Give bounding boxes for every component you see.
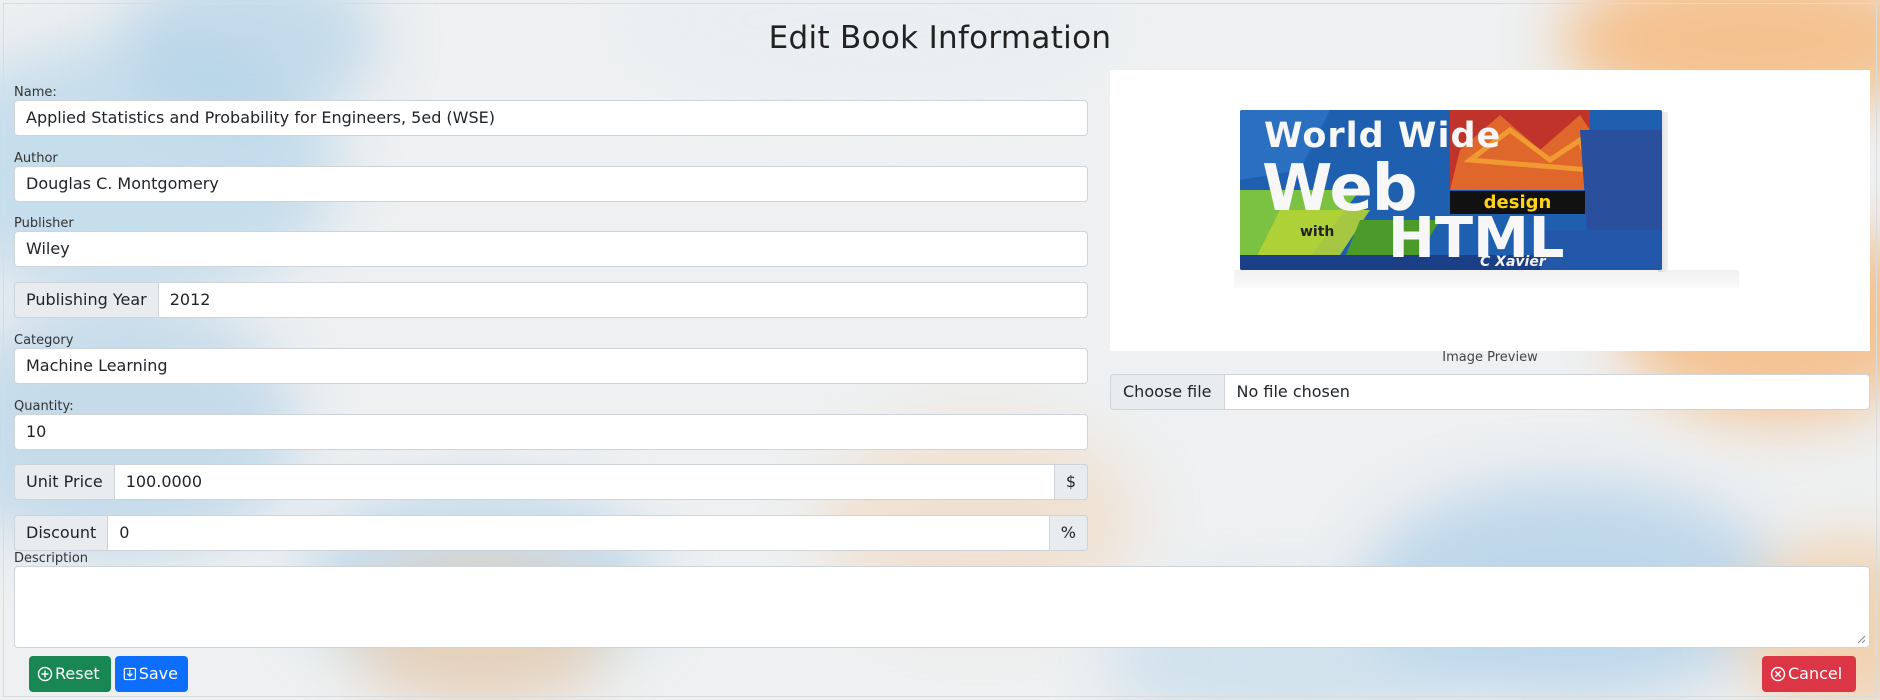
quantity-input[interactable]: 10: [14, 414, 1088, 450]
publishing-year-group: Publishing Year 2012: [14, 282, 1088, 318]
publishing-year-input[interactable]: 2012: [158, 282, 1088, 318]
book-cover-image: World Wide Web design with HTML C Xavier: [1240, 110, 1662, 270]
reset-button-label: Reset: [55, 664, 100, 683]
save-button[interactable]: Save: [115, 656, 188, 692]
category-input[interactable]: Machine Learning: [14, 348, 1088, 384]
choose-file-button[interactable]: Choose file: [1110, 374, 1225, 410]
plus-circle-icon: [37, 666, 53, 682]
resize-grip-icon[interactable]: [1857, 635, 1866, 644]
image-preview: World Wide Web design with HTML C Xavier: [1110, 70, 1870, 351]
image-file-input[interactable]: Choose file No file chosen: [1110, 374, 1870, 410]
cover-author: C Xavier: [1480, 254, 1546, 270]
file-status: No file chosen: [1224, 374, 1870, 410]
unit-price-label: Unit Price: [14, 464, 115, 500]
unit-price-group: Unit Price 100.0000 $: [14, 464, 1088, 500]
reset-button[interactable]: Reset: [29, 656, 111, 692]
category-label: Category: [14, 333, 74, 348]
page-title: Edit Book Information: [768, 20, 1112, 56]
publishing-year-label: Publishing Year: [14, 282, 159, 318]
discount-label: Discount: [14, 515, 109, 551]
name-input[interactable]: Applied Statistics and Probability for E…: [14, 100, 1088, 136]
name-label: Name:: [14, 85, 57, 100]
author-label: Author: [14, 151, 58, 166]
cover-title-line4: with: [1300, 224, 1335, 240]
publisher-label: Publisher: [14, 216, 74, 231]
x-circle-icon: [1770, 666, 1786, 682]
description-label: Description: [14, 551, 89, 566]
image-preview-caption: Image Preview: [1442, 350, 1538, 365]
cancel-button[interactable]: Cancel: [1762, 656, 1856, 692]
percent-suffix: %: [1048, 515, 1088, 551]
currency-suffix: $: [1053, 464, 1088, 500]
save-icon: [123, 667, 137, 681]
discount-input[interactable]: 0: [108, 515, 1049, 551]
description-textarea[interactable]: [14, 566, 1870, 648]
discount-group: Discount 0 %: [14, 515, 1088, 551]
cover-title-line1: World Wide: [1264, 116, 1502, 156]
save-button-label: Save: [138, 664, 178, 683]
quantity-label: Quantity:: [14, 399, 74, 414]
cancel-button-label: Cancel: [1788, 664, 1843, 683]
publisher-input[interactable]: Wiley: [14, 231, 1088, 267]
unit-price-input[interactable]: 100.0000: [114, 464, 1054, 500]
author-input[interactable]: Douglas C. Montgomery: [14, 166, 1088, 202]
